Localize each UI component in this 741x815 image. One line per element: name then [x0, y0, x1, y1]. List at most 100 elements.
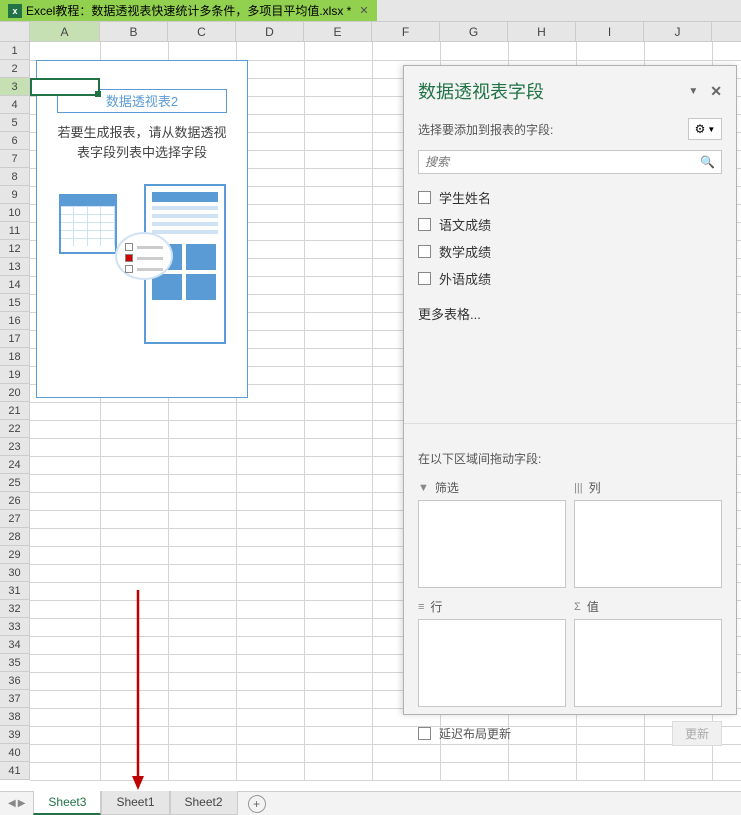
field-item[interactable]: 数学成绩 — [418, 238, 722, 265]
row-header-40[interactable]: 40 — [0, 744, 29, 762]
row-header-7[interactable]: 7 — [0, 150, 29, 168]
defer-layout-checkbox[interactable] — [418, 727, 431, 740]
nav-next-icon[interactable]: ▶ — [18, 798, 26, 809]
row-header-37[interactable]: 37 — [0, 690, 29, 708]
sheet-tab-sheet3[interactable]: Sheet3 — [33, 791, 101, 815]
col-header-A[interactable]: A — [30, 22, 100, 41]
row-header-2[interactable]: 2 — [0, 60, 29, 78]
row-header-17[interactable]: 17 — [0, 330, 29, 348]
sheet-tabs-holder: Sheet3Sheet1Sheet2 — [33, 792, 237, 815]
row-header-20[interactable]: 20 — [0, 384, 29, 402]
columns-area[interactable]: |||列 — [574, 477, 722, 588]
values-area[interactable]: Σ值 — [574, 596, 722, 707]
row-header-31[interactable]: 31 — [0, 582, 29, 600]
row-header-3[interactable]: 3 — [0, 78, 29, 96]
field-item[interactable]: 语文成绩 — [418, 211, 722, 238]
row-header-26[interactable]: 26 — [0, 492, 29, 510]
values-dropzone[interactable] — [574, 619, 722, 707]
pivot-illustration — [55, 184, 230, 349]
row-header-4[interactable]: 4 — [0, 96, 29, 114]
gear-icon: ⚙ — [695, 122, 706, 136]
row-header-28[interactable]: 28 — [0, 528, 29, 546]
pivot-instruction: 若要生成报表，请从数据透视 表字段列表中选择字段 — [37, 123, 247, 162]
search-icon[interactable]: 🔍 — [700, 155, 715, 169]
row-header-8[interactable]: 8 — [0, 168, 29, 186]
rows-icon: ≡ — [418, 601, 424, 613]
row-header-10[interactable]: 10 — [0, 204, 29, 222]
col-header-G[interactable]: G — [440, 22, 508, 41]
pivot-title: 数据透视表2 — [57, 89, 227, 113]
row-header-21[interactable]: 21 — [0, 402, 29, 420]
areas-instruction: 在以下区域间拖动字段: — [404, 432, 736, 477]
sheet-tab-sheet1[interactable]: Sheet1 — [101, 791, 169, 815]
filter-dropzone[interactable] — [418, 500, 566, 588]
file-tab[interactable]: x Excel教程：数据透视表快速统计多条件，多项目平均值.xlsx * ✕ — [0, 0, 377, 21]
col-header-E[interactable]: E — [304, 22, 372, 41]
field-checkbox[interactable] — [418, 191, 431, 204]
row-header-6[interactable]: 6 — [0, 132, 29, 150]
row-header-1[interactable]: 1 — [0, 42, 29, 60]
select-all-corner[interactable] — [0, 22, 30, 41]
add-sheet-button[interactable]: + — [248, 795, 266, 813]
columns-dropzone[interactable] — [574, 500, 722, 588]
row-header-15[interactable]: 15 — [0, 294, 29, 312]
rows-dropzone[interactable] — [418, 619, 566, 707]
field-checkbox[interactable] — [418, 245, 431, 258]
col-header-I[interactable]: I — [576, 22, 644, 41]
row-header-13[interactable]: 13 — [0, 258, 29, 276]
nav-prev-icon[interactable]: ◀ — [8, 798, 16, 809]
row-header-18[interactable]: 18 — [0, 348, 29, 366]
row-header-19[interactable]: 19 — [0, 366, 29, 384]
row-header-38[interactable]: 38 — [0, 708, 29, 726]
row-header-16[interactable]: 16 — [0, 312, 29, 330]
field-checkbox[interactable] — [418, 218, 431, 231]
row-header-34[interactable]: 34 — [0, 636, 29, 654]
sheet-tab-bar: ◀ ▶ Sheet3Sheet1Sheet2 + — [0, 791, 741, 815]
fields-search[interactable]: 🔍 — [418, 150, 722, 174]
row-header-12[interactable]: 12 — [0, 240, 29, 258]
col-header-J[interactable]: J — [644, 22, 712, 41]
row-header-29[interactable]: 29 — [0, 546, 29, 564]
field-checkbox[interactable] — [418, 272, 431, 285]
pane-dropdown-icon[interactable]: ▼ — [688, 86, 698, 97]
pane-title: 数据透视表字段 — [418, 78, 688, 104]
row-header-11[interactable]: 11 — [0, 222, 29, 240]
col-header-F[interactable]: F — [372, 22, 440, 41]
sheet-tab-sheet2[interactable]: Sheet2 — [170, 791, 238, 815]
field-item[interactable]: 学生姓名 — [418, 184, 722, 211]
row-header-23[interactable]: 23 — [0, 438, 29, 456]
row-header-35[interactable]: 35 — [0, 654, 29, 672]
file-name: Excel教程：数据透视表快速统计多条件，多项目平均值.xlsx * — [26, 2, 351, 19]
rows-area[interactable]: ≡行 — [418, 596, 566, 707]
row-header-9[interactable]: 9 — [0, 186, 29, 204]
field-item[interactable]: 外语成绩 — [418, 265, 722, 292]
row-header-27[interactable]: 27 — [0, 510, 29, 528]
field-label: 学生姓名 — [439, 188, 491, 207]
row-header-33[interactable]: 33 — [0, 618, 29, 636]
row-header-22[interactable]: 22 — [0, 420, 29, 438]
fields-list: 学生姓名语文成绩数学成绩外语成绩 — [404, 184, 736, 292]
row-header-39[interactable]: 39 — [0, 726, 29, 744]
row-header-32[interactable]: 32 — [0, 600, 29, 618]
close-pane-icon[interactable]: ✕ — [710, 83, 722, 100]
col-header-D[interactable]: D — [236, 22, 304, 41]
row-header-25[interactable]: 25 — [0, 474, 29, 492]
pivot-table-placeholder[interactable]: 数据透视表2 若要生成报表，请从数据透视 表字段列表中选择字段 — [36, 60, 248, 398]
update-button[interactable]: 更新 — [672, 721, 722, 746]
row-header-41[interactable]: 41 — [0, 762, 29, 780]
filter-area[interactable]: ▼筛选 — [418, 477, 566, 588]
row-header-24[interactable]: 24 — [0, 456, 29, 474]
col-header-B[interactable]: B — [100, 22, 168, 41]
col-header-H[interactable]: H — [508, 22, 576, 41]
more-tables-link[interactable]: 更多表格... — [404, 292, 736, 335]
col-header-C[interactable]: C — [168, 22, 236, 41]
sheet-nav-buttons[interactable]: ◀ ▶ — [0, 798, 33, 809]
fields-layout-button[interactable]: ⚙ ▼ — [688, 118, 722, 140]
close-icon[interactable]: ✕ — [359, 4, 368, 17]
row-header-14[interactable]: 14 — [0, 276, 29, 294]
row-header-36[interactable]: 36 — [0, 672, 29, 690]
search-input[interactable] — [425, 155, 700, 169]
row-header-30[interactable]: 30 — [0, 564, 29, 582]
row-header-5[interactable]: 5 — [0, 114, 29, 132]
file-tab-bar: x Excel教程：数据透视表快速统计多条件，多项目平均值.xlsx * ✕ — [0, 0, 741, 22]
